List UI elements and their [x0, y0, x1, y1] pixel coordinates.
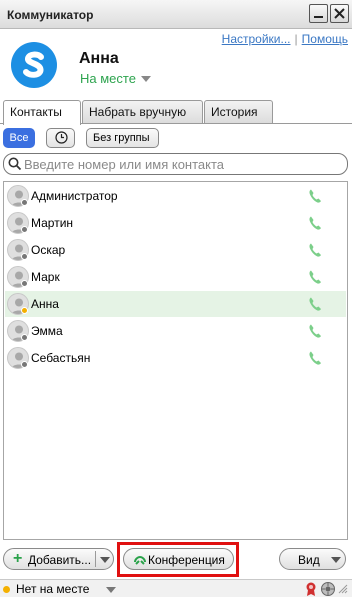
presence-dot — [21, 280, 28, 287]
app-logo — [11, 42, 57, 88]
phone-icon[interactable] — [308, 242, 322, 258]
minimize-button[interactable] — [309, 4, 328, 23]
conference-button-label: Конференция — [148, 553, 225, 567]
presence-dot — [21, 361, 28, 368]
add-button-divider — [95, 551, 96, 567]
logo-s-icon — [23, 51, 44, 78]
contact-row[interactable]: Анна — [5, 291, 346, 317]
settings-link[interactable]: Настройки... — [222, 32, 291, 46]
presence-dot — [21, 334, 28, 341]
link-separator: | — [294, 32, 298, 46]
phone-icon[interactable] — [308, 188, 322, 204]
search-box — [3, 153, 348, 175]
presence-selector[interactable]: На месте — [80, 71, 151, 86]
phone-icon[interactable] — [308, 215, 322, 231]
contact-row[interactable]: Себастьян — [5, 345, 346, 371]
away-status-dot — [3, 586, 10, 593]
clock-icon — [55, 131, 68, 144]
close-icon — [334, 8, 345, 19]
presence-dot — [21, 199, 28, 206]
plus-icon: + — [13, 550, 23, 567]
filter-row: Все Без группы — [0, 128, 352, 150]
filter-recent-button[interactable] — [46, 128, 75, 148]
help-link[interactable]: Помощь — [302, 32, 348, 46]
contact-name: Администратор — [31, 189, 118, 203]
phone-icon[interactable] — [308, 269, 322, 285]
title-bar: Коммуникатор — [0, 0, 352, 29]
resize-grip-icon[interactable] — [338, 584, 348, 594]
phone-icon[interactable] — [308, 350, 322, 366]
contact-row[interactable]: Марк — [5, 264, 346, 290]
conference-phone-icon — [134, 555, 146, 565]
add-contact-button[interactable]: + Добавить... — [3, 548, 114, 570]
network-icon[interactable] — [320, 581, 336, 597]
chevron-down-icon — [331, 557, 341, 563]
presence-dot — [21, 307, 28, 314]
phone-icon[interactable] — [308, 323, 322, 339]
phone-icon[interactable] — [308, 296, 322, 312]
contact-name: Себастьян — [31, 351, 91, 365]
presence-label: На месте — [80, 71, 136, 86]
contact-name: Эмма — [31, 324, 63, 338]
window-title: Коммуникатор — [7, 8, 94, 22]
contact-name: Марк — [31, 270, 60, 284]
chevron-down-icon[interactable] — [106, 587, 116, 593]
search-input[interactable] — [24, 155, 342, 173]
bottom-toolbar: + Добавить... Конференция Вид — [0, 545, 352, 573]
view-menu-button[interactable]: Вид — [279, 548, 346, 570]
filter-no-group-button[interactable]: Без группы — [86, 128, 159, 148]
contact-name: Мартин — [31, 216, 74, 230]
user-name: Анна — [79, 50, 119, 67]
header-links: Настройки... | Помощь — [222, 32, 348, 46]
contact-list[interactable]: Администратор Мартин Оскар Марк Анна Эмма Себа… — [3, 181, 348, 540]
tab-contacts[interactable]: Контакты — [3, 100, 81, 125]
contact-row[interactable]: Мартин — [5, 210, 346, 236]
filter-all-button[interactable]: Все — [3, 128, 35, 148]
tab-bar: Контакты Набрать вручную История — [0, 100, 352, 125]
view-button-label: Вид — [298, 553, 320, 567]
contact-name: Оскар — [31, 243, 66, 257]
search-icon — [8, 157, 22, 171]
tab-history[interactable]: История — [204, 100, 273, 123]
close-button[interactable] — [330, 4, 349, 23]
status-selector[interactable]: Нет на месте — [16, 582, 89, 596]
add-button-label: Добавить... — [28, 553, 92, 567]
conference-button[interactable]: Конференция — [123, 548, 234, 570]
chevron-down-icon — [140, 76, 151, 82]
tab-manual-dial[interactable]: Набрать вручную — [82, 100, 203, 123]
contact-row[interactable]: Эмма — [5, 318, 346, 344]
chevron-down-icon[interactable] — [100, 557, 110, 563]
contact-row[interactable]: Администратор — [5, 183, 346, 209]
presence-dot — [21, 253, 28, 260]
presence-dot — [21, 226, 28, 233]
status-bar: Нет на месте — [0, 579, 352, 597]
contact-row[interactable]: Оскар — [5, 237, 346, 263]
contact-name: Анна — [31, 297, 59, 311]
ribbon-icon — [306, 582, 316, 596]
